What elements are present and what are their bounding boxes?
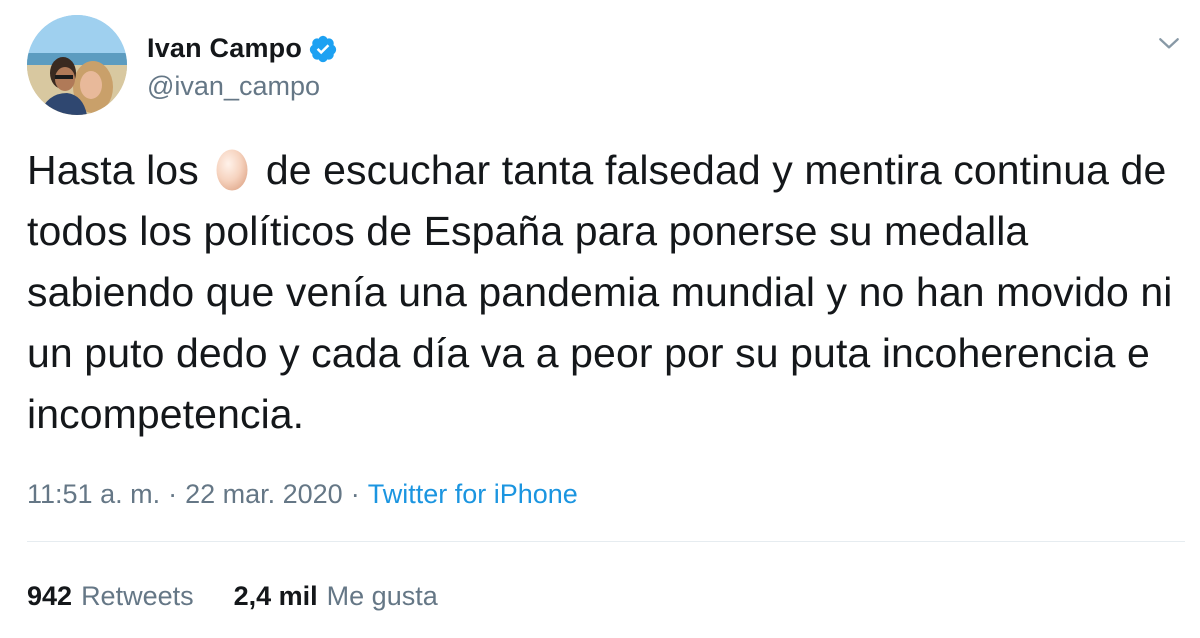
divider [27,541,1185,542]
author-display-name[interactable]: Ivan Campo [147,33,302,64]
author-name-row: Ivan Campo [147,29,338,69]
avatar-photo [27,15,127,115]
tweet-text: Hasta los de escuchar tanta falsedad y m… [27,140,1177,445]
avatar[interactable] [27,15,127,115]
retweets-count: 942 [27,580,73,611]
verified-badge-icon [308,34,338,64]
meta-separator: · [168,478,178,509]
retweets-label: Retweets [81,580,194,611]
tweet-card: Ivan Campo @ivan_campo Hasta los de escu… [0,0,1200,638]
chevron-down-icon[interactable] [1154,28,1184,58]
retweets-stat[interactable]: 942 Retweets [27,581,194,612]
tweet-source-link[interactable]: Twitter for iPhone [368,479,578,510]
likes-label: Me gusta [326,580,438,611]
tweet-meta: 11:51 a. m. · 22 mar. 2020 · Twitter for… [27,476,578,512]
tweet-text-rest: de escuchar tanta falsedad y mentira con… [27,147,1173,437]
tweet-date[interactable]: 22 mar. 2020 [185,479,343,510]
tweet-time[interactable]: 11:51 a. m. [27,479,160,510]
egg-emoji-icon [216,149,248,191]
author-info: Ivan Campo @ivan_campo [147,29,338,102]
meta-separator-2: · [350,478,360,509]
tweet-text-start: Hasta los [27,147,199,193]
tweet-stats: 942 Retweets 2,4 mil Me gusta [27,578,438,614]
tweet-header: Ivan Campo @ivan_campo [27,14,338,116]
author-handle[interactable]: @ivan_campo [147,71,338,102]
likes-count: 2,4 mil [233,580,318,611]
likes-stat[interactable]: 2,4 mil Me gusta [234,581,438,612]
